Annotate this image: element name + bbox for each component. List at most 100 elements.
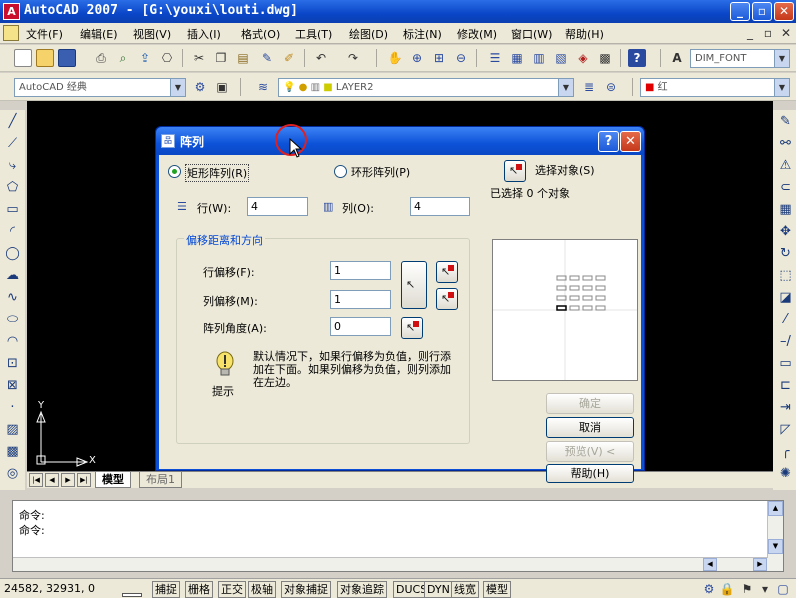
otrack-toggle[interactable]: 对象追踪 — [337, 581, 387, 598]
prev-tab-icon[interactable]: ◀ — [45, 473, 59, 487]
zoom-window-icon[interactable]: ⊞ — [430, 49, 448, 67]
doc-restore-button[interactable]: ▫ — [760, 26, 776, 40]
select-objects-button[interactable]: ↖ — [504, 160, 526, 182]
make-layer-current-icon[interactable]: ≣ — [580, 78, 598, 96]
menu-insert[interactable]: 插入(I) — [187, 26, 221, 42]
chamfer-icon[interactable]: ◸ — [776, 420, 795, 439]
help-icon[interactable]: ? — [628, 49, 646, 67]
hatch-icon[interactable]: ▨ — [3, 420, 22, 439]
command-scrollbar[interactable]: ▲ ▼ — [767, 501, 783, 571]
command-window[interactable]: 命令: 命令: ▲ ▼ ◀ ▶ — [12, 500, 784, 572]
mirror-icon[interactable]: ⚠ — [776, 156, 795, 175]
model-toggle[interactable]: 模型 — [483, 581, 511, 598]
markup-icon[interactable]: ◈ — [574, 49, 592, 67]
new-file-icon[interactable] — [14, 49, 32, 67]
osnap-toggle[interactable]: 对象捕捉 — [281, 581, 331, 598]
menu-view[interactable]: 视图(V) — [133, 26, 171, 42]
color-dropdown[interactable]: ■ 红 ▼ — [640, 78, 790, 97]
ellipse-arc-icon[interactable]: ◠ — [3, 332, 22, 351]
menu-format[interactable]: 格式(O) — [241, 26, 280, 42]
columns-input[interactable]: 4 — [410, 197, 470, 216]
paste-icon[interactable]: ▤ — [234, 49, 252, 67]
design-center-icon[interactable]: ▦ — [508, 49, 526, 67]
region-icon[interactable]: ◎ — [3, 464, 22, 483]
pick-both-offsets-button[interactable]: ↖ — [401, 261, 427, 309]
open-folder-icon[interactable] — [36, 49, 54, 67]
snap-toggle[interactable]: 捕捉 — [152, 581, 180, 598]
rotate-icon[interactable]: ↻ — [776, 244, 795, 263]
layer-manager-icon[interactable]: ≋ — [254, 78, 272, 96]
command-prompt-line[interactable]: 命令: — [19, 522, 45, 538]
dialog-close-button[interactable]: ✕ — [620, 131, 641, 152]
explode-icon[interactable]: ✺ — [776, 464, 795, 483]
save-icon[interactable] — [58, 49, 76, 67]
join-icon[interactable]: ⇥ — [776, 398, 795, 417]
scroll-down-icon[interactable]: ▼ — [768, 539, 783, 554]
line-icon[interactable]: ╱ — [3, 112, 22, 131]
scroll-right-icon[interactable]: ▶ — [753, 558, 767, 571]
undo-icon[interactable]: ↶ — [312, 49, 330, 67]
ok-button[interactable]: 确定 — [546, 393, 634, 414]
coordinate-readout[interactable]: 24582, 32931, 0 — [4, 582, 95, 595]
doc-minimize-button[interactable]: _ — [742, 26, 758, 40]
layer-previous-icon[interactable]: ⊜ — [602, 78, 620, 96]
text-style-dropdown[interactable]: DIM_FONT ▼ — [690, 49, 790, 68]
rect-array-label[interactable]: 矩形阵列(R) — [185, 164, 250, 182]
gradient-icon[interactable]: ▩ — [3, 442, 22, 461]
array-angle-input[interactable]: 0 — [330, 317, 391, 336]
tab-model[interactable]: 模型 — [95, 472, 131, 488]
erase-icon[interactable]: ✎ — [776, 112, 795, 131]
col-offset-input[interactable]: 1 — [330, 290, 391, 309]
point-icon[interactable]: · — [3, 398, 22, 417]
polar-array-radio[interactable] — [334, 165, 347, 178]
break-icon[interactable]: ⊏ — [776, 376, 795, 395]
redo-icon[interactable]: ↷ — [344, 49, 362, 67]
dialog-title-bar[interactable]: 品 阵列 ? ✕ — [156, 127, 644, 155]
lock-icon[interactable]: 🔒 — [718, 580, 736, 598]
print-preview-icon[interactable]: ⌕ — [114, 49, 132, 67]
workspace-settings-icon[interactable]: ⚙ — [191, 78, 209, 96]
break-at-point-icon[interactable]: ▭ — [776, 354, 795, 373]
scroll-left-icon[interactable]: ◀ — [703, 558, 717, 571]
cancel-button[interactable]: 取消 — [546, 417, 634, 438]
sheet-set-icon[interactable]: ▧ — [552, 49, 570, 67]
dyn-toggle[interactable]: DYN — [424, 581, 453, 598]
tab-layout1[interactable]: 布局1 — [139, 472, 182, 488]
plot-icon[interactable]: ⎔ — [158, 49, 176, 67]
menu-draw[interactable]: 绘图(D) — [349, 26, 388, 42]
command-hscrollbar[interactable]: ◀ ▶ — [13, 557, 768, 571]
copy-object-icon[interactable]: ⚯ — [776, 134, 795, 153]
status-menu-icon[interactable]: ▾ — [756, 580, 774, 598]
make-block-icon[interactable]: ⊠ — [3, 376, 22, 395]
construction-line-icon[interactable]: ⟋ — [3, 134, 22, 153]
pan-icon[interactable]: ✋ — [386, 49, 404, 67]
arc-icon[interactable]: ◜ — [3, 222, 22, 241]
insert-block-icon[interactable]: ⊡ — [3, 354, 22, 373]
menu-window[interactable]: 窗口(W) — [511, 26, 552, 42]
publish-icon[interactable]: ⇪ — [136, 49, 154, 67]
workspace-save-icon[interactable]: ▣ — [213, 78, 231, 96]
text-style-icon[interactable]: A — [668, 49, 686, 67]
menu-edit[interactable]: 编辑(E) — [80, 26, 118, 42]
last-tab-icon[interactable]: ▶| — [77, 473, 91, 487]
rectangle-icon[interactable]: ▭ — [3, 200, 22, 219]
rect-array-radio[interactable] — [168, 165, 181, 178]
menu-tools[interactable]: 工具(T) — [295, 26, 332, 42]
doc-close-button[interactable]: ✕ — [778, 26, 794, 40]
polar-array-label[interactable]: 环形阵列(P) — [351, 164, 410, 180]
next-tab-icon[interactable]: ▶ — [61, 473, 75, 487]
menu-modify[interactable]: 修改(M) — [457, 26, 497, 42]
menu-file[interactable]: 文件(F) — [26, 26, 63, 42]
rows-input[interactable]: 4 — [247, 197, 308, 216]
tool-palettes-icon[interactable]: ▥ — [530, 49, 548, 67]
preview-button[interactable]: 预览(V) < — [546, 441, 634, 462]
first-tab-icon[interactable]: |◀ — [29, 473, 43, 487]
row-offset-input[interactable]: 1 — [330, 261, 391, 280]
workspace-dropdown[interactable]: AutoCAD 经典 ▼ — [14, 78, 186, 97]
revision-cloud-icon[interactable]: ☁ — [3, 266, 22, 285]
tray-settings-icon[interactable]: ⚑ — [738, 580, 756, 598]
layer-dropdown[interactable]: 💡 ● ▥ ■ LAYER2 ▼ — [278, 78, 574, 97]
dialog-help-button[interactable]: ? — [598, 131, 619, 152]
grid-toggle[interactable]: 栅格 — [185, 581, 213, 598]
cut-icon[interactable]: ✂ — [190, 49, 208, 67]
